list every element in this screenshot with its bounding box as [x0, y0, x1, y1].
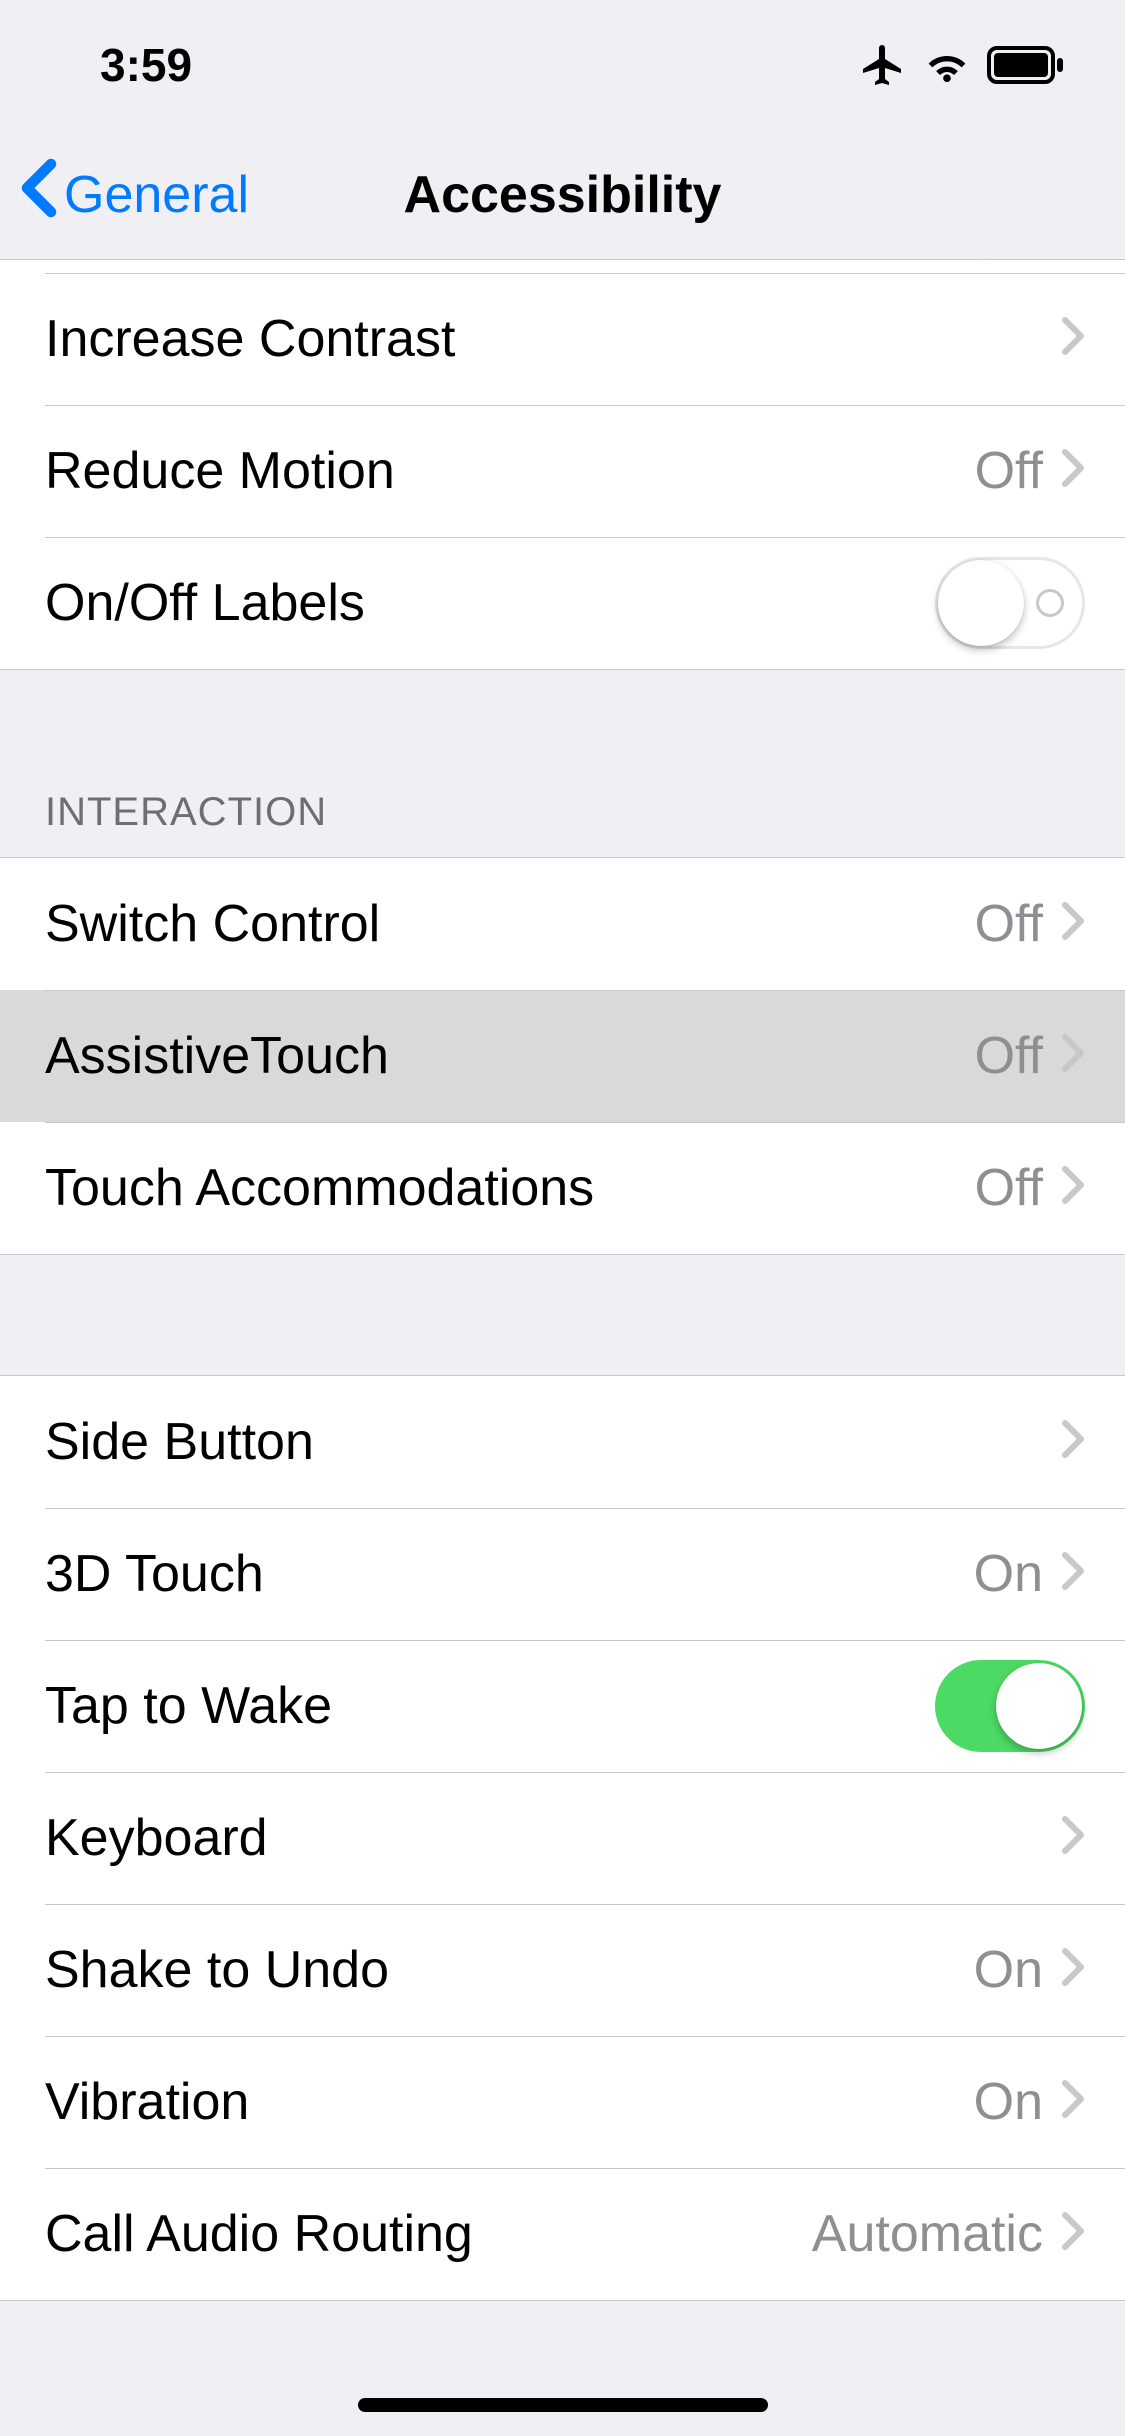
toggle-knob — [938, 560, 1024, 646]
row-value: On — [974, 2072, 1043, 2132]
chevron-right-icon — [1061, 309, 1085, 369]
chevron-right-icon — [1061, 1412, 1085, 1472]
interaction-header: INTERACTION — [0, 670, 1125, 857]
chevron-right-icon — [1061, 2072, 1085, 2132]
row-value: Off — [975, 894, 1043, 954]
reduce-motion-row[interactable]: Reduce Motion Off — [0, 405, 1125, 537]
tap-to-wake-row[interactable]: Tap to Wake — [0, 1640, 1125, 1772]
assistivetouch-row[interactable]: AssistiveTouch Off — [0, 990, 1125, 1122]
switch-control-row[interactable]: Switch Control Off — [0, 858, 1125, 990]
row-value: On — [974, 1544, 1043, 1604]
button-shapes-row[interactable]: Button Shapes — [0, 260, 1125, 273]
status-time: 3:59 — [100, 38, 192, 92]
row-label: On/Off Labels — [45, 573, 935, 633]
vibration-row[interactable]: Vibration On — [0, 2036, 1125, 2168]
row-label: AssistiveTouch — [45, 1026, 975, 1086]
row-label: Keyboard — [45, 1808, 1061, 1868]
row-label: 3D Touch — [45, 1544, 974, 1604]
chevron-left-icon — [20, 158, 58, 231]
status-icons — [859, 41, 1065, 89]
chevron-right-icon — [1061, 441, 1085, 501]
on-off-labels-toggle[interactable] — [935, 557, 1085, 649]
chevron-right-icon — [1061, 894, 1085, 954]
row-label: Tap to Wake — [45, 1676, 935, 1736]
toggle-off-indicator — [1036, 589, 1064, 617]
status-bar: 3:59 — [0, 0, 1125, 130]
content-area: Button Shapes Increase Contrast Reduce M… — [0, 260, 1125, 2436]
row-value: Off — [975, 441, 1043, 501]
more-group: Side Button 3D Touch On Tap to Wake Key — [0, 1375, 1125, 2301]
chevron-right-icon — [1061, 2204, 1085, 2264]
chevron-right-icon — [1061, 1026, 1085, 1086]
shake-to-undo-row[interactable]: Shake to Undo On — [0, 1904, 1125, 2036]
row-value: Off — [975, 1158, 1043, 1218]
touch-accommodations-row[interactable]: Touch Accommodations Off — [0, 1122, 1125, 1254]
row-label: Call Audio Routing — [45, 2204, 812, 2264]
back-button[interactable]: General — [0, 158, 249, 231]
row-label: Vibration — [45, 2072, 974, 2132]
chevron-right-icon — [1061, 1158, 1085, 1218]
row-label: Increase Contrast — [45, 309, 1061, 369]
row-label: Shake to Undo — [45, 1940, 974, 2000]
toggle-knob — [996, 1663, 1082, 1749]
tap-to-wake-toggle[interactable] — [935, 1660, 1085, 1752]
row-value: Automatic — [812, 2204, 1043, 2264]
row-value: On — [974, 1940, 1043, 2000]
display-group: Button Shapes Increase Contrast Reduce M… — [0, 260, 1125, 670]
home-indicator — [358, 2398, 768, 2412]
call-audio-routing-row[interactable]: Call Audio Routing Automatic — [0, 2168, 1125, 2300]
row-label: Switch Control — [45, 894, 975, 954]
back-label: General — [64, 165, 249, 225]
wifi-icon — [923, 45, 971, 85]
interaction-group: Switch Control Off AssistiveTouch Off To… — [0, 857, 1125, 1255]
nav-bar: General Accessibility — [0, 130, 1125, 260]
chevron-right-icon — [1061, 1808, 1085, 1868]
row-value: Off — [975, 1026, 1043, 1086]
increase-contrast-row[interactable]: Increase Contrast — [0, 273, 1125, 405]
keyboard-row[interactable]: Keyboard — [0, 1772, 1125, 1904]
3d-touch-row[interactable]: 3D Touch On — [0, 1508, 1125, 1640]
row-label: Side Button — [45, 1412, 1061, 1472]
on-off-labels-row[interactable]: On/Off Labels — [0, 537, 1125, 669]
side-button-row[interactable]: Side Button — [0, 1376, 1125, 1508]
chevron-right-icon — [1061, 1940, 1085, 2000]
airplane-mode-icon — [859, 41, 907, 89]
battery-icon — [987, 46, 1065, 84]
chevron-right-icon — [1061, 1544, 1085, 1604]
row-label: Touch Accommodations — [45, 1158, 975, 1218]
row-label: Reduce Motion — [45, 441, 975, 501]
